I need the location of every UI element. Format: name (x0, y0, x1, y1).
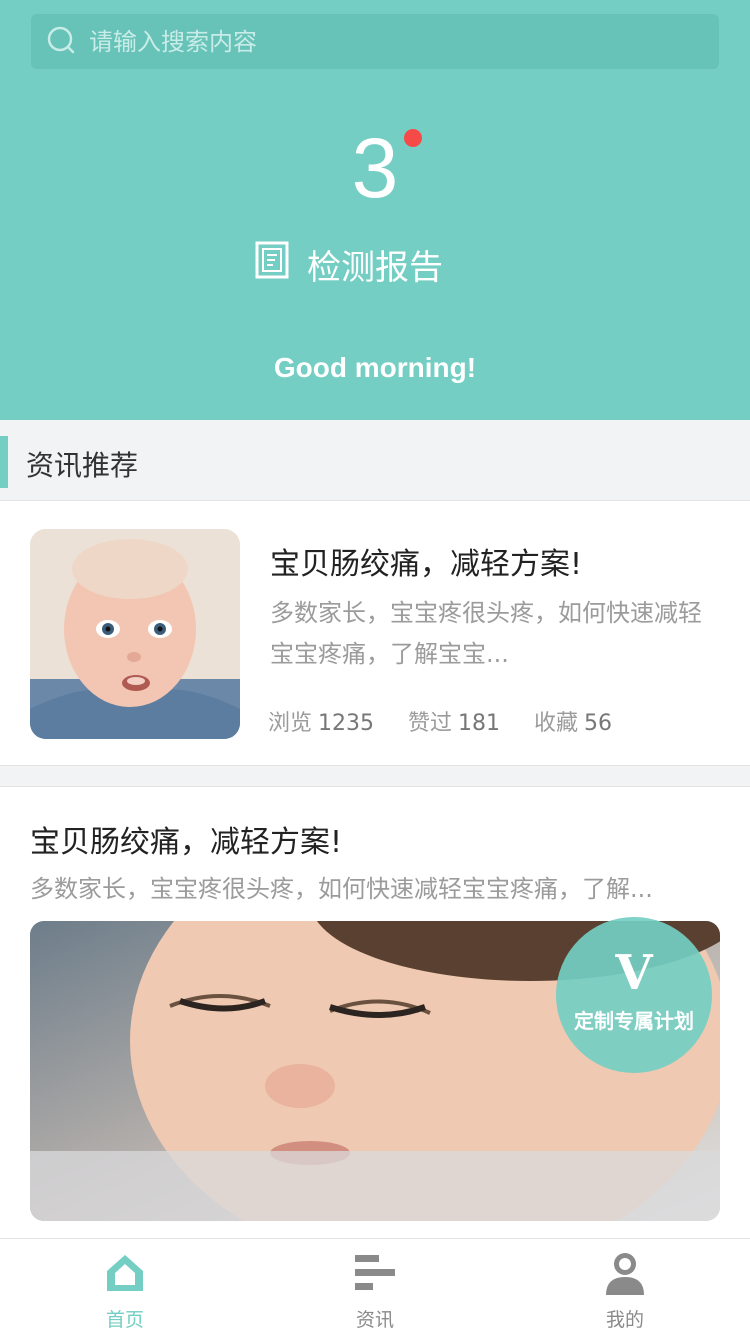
section-title: 资讯推荐 (26, 449, 139, 482)
tab-news[interactable]: 资讯 (250, 1239, 500, 1334)
report-count: 3 (351, 121, 399, 215)
header: 3 检测报告 Good morning! (0, 0, 750, 420)
tab-home[interactable]: 首页 (0, 1239, 250, 1334)
stat-likes: 赞过 181 (408, 705, 500, 737)
news-icon (353, 1251, 397, 1299)
notification-dot (404, 129, 422, 147)
stat-favorites: 收藏 56 (534, 705, 612, 737)
news-stats: 浏览 1235 赞过 181 收藏 56 (268, 705, 646, 737)
tab-label: 首页 (105, 1309, 144, 1331)
tab-label: 我的 (605, 1309, 644, 1331)
search-icon (47, 26, 75, 58)
greeting-text: Good morning! (273, 352, 477, 383)
custom-plan-label: 定制专属计划 (574, 1009, 694, 1033)
document-icon (255, 241, 307, 288)
news-title: 宝贝肠绞痛，减轻方案! (30, 825, 343, 860)
stat-value: 181 (458, 711, 501, 736)
search-input[interactable] (89, 27, 689, 56)
tab-profile[interactable]: 我的 (500, 1239, 750, 1334)
user-icon (603, 1251, 647, 1299)
report-label: 检测报告 (307, 248, 443, 288)
stat-label: 浏览 (268, 711, 313, 736)
v-icon: V (615, 945, 653, 1001)
home-icon (103, 1251, 147, 1299)
stat-label: 赞过 (408, 711, 453, 736)
stat-value: 1235 (318, 711, 375, 736)
tab-bar: 首页 资讯 我的 (0, 1238, 750, 1334)
stat-value: 56 (584, 711, 613, 736)
news-card-2[interactable]: 宝贝肠绞痛，减轻方案! 多数家长，宝宝疼很头疼，如何快速减轻宝宝疼痛，了解... (0, 786, 750, 1246)
stat-views: 浏览 1235 (268, 705, 374, 737)
section-accent-bar (0, 436, 8, 488)
news-description: 多数家长，宝宝疼很头疼，如何快速减轻宝宝疼痛，了解宝宝... (270, 599, 702, 668)
report-link[interactable]: 检测报告 (255, 240, 443, 289)
stat-label: 收藏 (534, 711, 579, 736)
custom-plan-button[interactable]: V 定制专属计划 (556, 917, 712, 1073)
news-title: 宝贝肠绞痛，减轻方案! (270, 547, 583, 582)
tab-label: 资讯 (355, 1309, 394, 1331)
baby-thumbnail (30, 529, 240, 739)
news-card-1[interactable]: 宝贝肠绞痛，减轻方案! 多数家长，宝宝疼很头疼，如何快速减轻宝宝疼痛，了解宝宝.… (0, 500, 750, 766)
news-description: 多数家长，宝宝疼很头疼，如何快速减轻宝宝疼痛，了解... (30, 875, 653, 903)
search-bar[interactable] (31, 14, 719, 69)
